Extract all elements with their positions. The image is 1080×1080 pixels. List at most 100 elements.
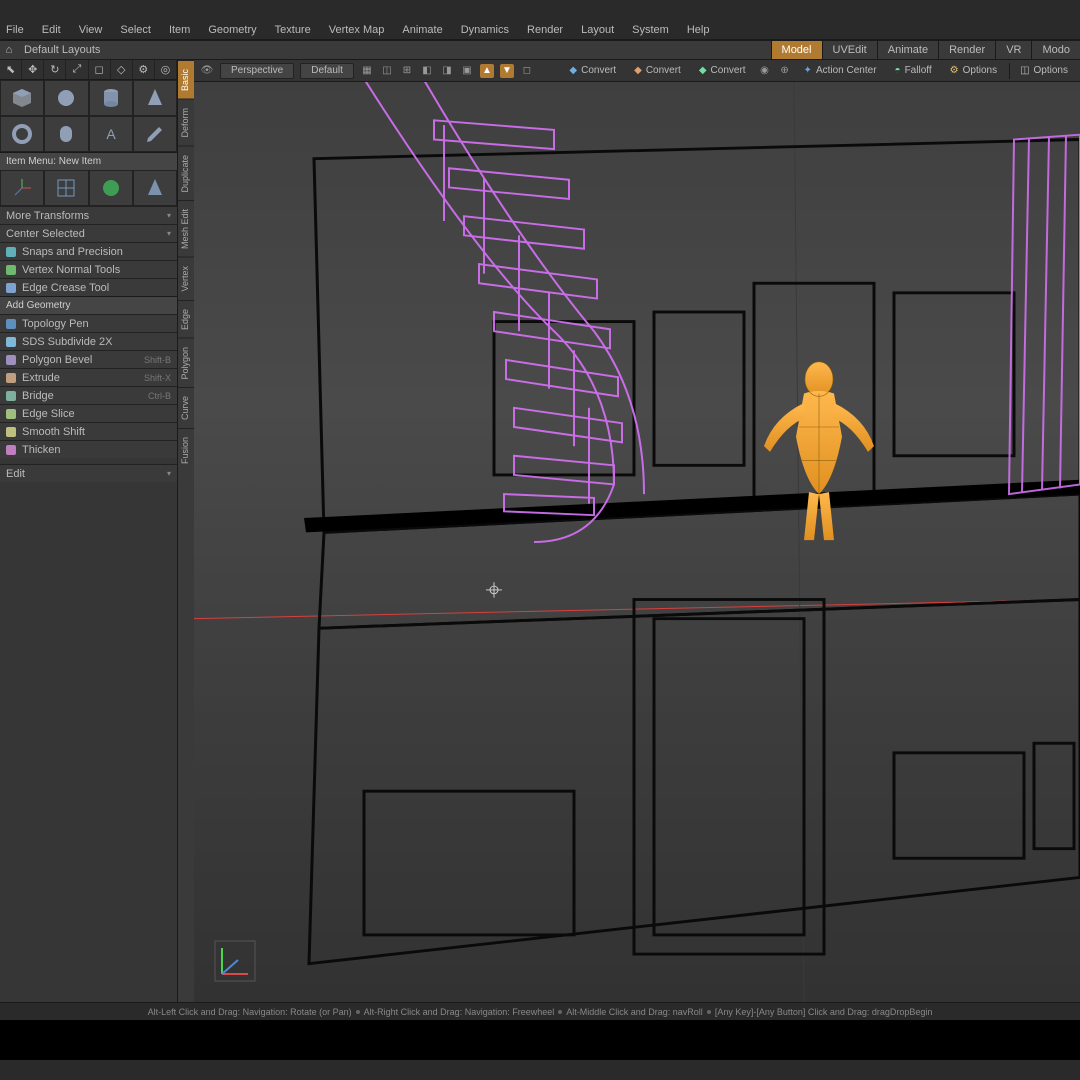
tool-topology-pen[interactable]: Topology Pen	[0, 314, 177, 332]
select-rotate-icon[interactable]: ↻	[44, 60, 66, 79]
vp-icon-3[interactable]: ⊞	[400, 64, 414, 78]
menu-dynamics[interactable]: Dynamics	[461, 24, 509, 36]
menu-help[interactable]: Help	[687, 24, 710, 36]
workspace-tabs: Model UVEdit Animate Render VR Modo	[771, 41, 1080, 59]
viewport-eye-icon[interactable]: 👁	[200, 64, 214, 78]
transform-axes-icon[interactable]	[0, 170, 44, 206]
tab-model[interactable]: Model	[771, 41, 822, 59]
tab-animate[interactable]: Animate	[877, 41, 938, 59]
vp-icon-b[interactable]: ⊕	[778, 64, 792, 78]
edge-crease-tool[interactable]: Edge Crease Tool	[0, 278, 177, 296]
vtab-fusion[interactable]: Fusion	[178, 428, 194, 472]
convert-button-2[interactable]: ◆Convert	[628, 63, 687, 79]
vtab-deform[interactable]: Deform	[178, 99, 194, 146]
tool-edge-slice[interactable]: Edge Slice	[0, 404, 177, 422]
vertex-normal-tools[interactable]: Vertex Normal Tools	[0, 260, 177, 278]
primitive-capsule[interactable]	[44, 116, 88, 152]
tab-vr[interactable]: VR	[995, 41, 1031, 59]
edit-dropdown[interactable]: Edit▾	[0, 464, 177, 482]
vtab-edge[interactable]: Edge	[178, 300, 194, 338]
options-button-1[interactable]: ⚙Options	[944, 63, 1003, 79]
menu-system[interactable]: System	[632, 24, 669, 36]
vtab-duplicate[interactable]: Duplicate	[178, 146, 194, 201]
menu-vertexmap[interactable]: Vertex Map	[329, 24, 385, 36]
bottom-blackbar	[0, 1020, 1080, 1060]
menu-item[interactable]: Item	[169, 24, 190, 36]
transform-cone-icon[interactable]	[133, 170, 177, 206]
vp-icon-6[interactable]: ▣	[460, 64, 474, 78]
vp-icon-9[interactable]: ◻	[520, 64, 534, 78]
center-selected-dropdown[interactable]: Center Selected▾	[0, 224, 177, 242]
shading-dropdown[interactable]: Default	[300, 63, 354, 79]
select-icon-2[interactable]: ◇	[111, 60, 133, 79]
menu-render[interactable]: Render	[527, 24, 563, 36]
menu-layout[interactable]: Layout	[581, 24, 614, 36]
menu-animate[interactable]: Animate	[402, 24, 442, 36]
3d-viewport[interactable]	[194, 82, 1080, 1002]
tool-thicken[interactable]: Thicken	[0, 440, 177, 458]
vp-icon-7[interactable]: ▲	[480, 64, 494, 78]
select-icon[interactable]: ◻	[89, 60, 111, 79]
select-scale-icon[interactable]: ⤢	[66, 60, 88, 79]
primitive-cone[interactable]	[133, 80, 177, 116]
tool-polygon-bevel[interactable]: Polygon BevelShift-B	[0, 350, 177, 368]
falloff-button[interactable]: ◓Falloff	[889, 63, 938, 79]
tab-render[interactable]: Render	[938, 41, 995, 59]
primitive-cylinder[interactable]	[89, 80, 133, 116]
main-area: ⬉ ✥ ↻ ⤢ ◻ ◇ ⚙ ◎ A	[0, 60, 1080, 1002]
tool-bridge[interactable]: BridgeCtrl-B	[0, 386, 177, 404]
action-center-button[interactable]: ✦Action Center	[798, 63, 883, 79]
primitive-sphere[interactable]	[44, 80, 88, 116]
tab-modo[interactable]: Modo	[1031, 41, 1080, 59]
primitive-row-2: A	[0, 116, 177, 152]
select-move-icon[interactable]: ✥	[22, 60, 44, 79]
vp-icon-4[interactable]: ◧	[420, 64, 434, 78]
menu-select[interactable]: Select	[120, 24, 151, 36]
axis-gizmo[interactable]	[214, 940, 256, 982]
snaps-precision[interactable]: Snaps and Precision	[0, 242, 177, 260]
status-separator-icon	[356, 1010, 360, 1014]
convert-button-1[interactable]: ◆Convert	[563, 63, 622, 79]
vp-icon-8[interactable]: ▼	[500, 64, 514, 78]
menu-texture[interactable]: Texture	[275, 24, 311, 36]
more-transforms-dropdown[interactable]: More Transforms▾	[0, 206, 177, 224]
vtab-polygon[interactable]: Polygon	[178, 338, 194, 388]
primitive-text[interactable]: A	[89, 116, 133, 152]
menu-geometry[interactable]: Geometry	[208, 24, 256, 36]
item-menu-header[interactable]: Item Menu: New Item	[0, 152, 177, 170]
vp-icon-5[interactable]: ◨	[440, 64, 454, 78]
convert-button-3[interactable]: ◆Convert	[693, 63, 752, 79]
primitive-torus[interactable]	[0, 116, 44, 152]
select-icon-3[interactable]: ⚙	[133, 60, 155, 79]
view-dropdown[interactable]: Perspective	[220, 63, 294, 79]
transform-sphere-icon[interactable]	[89, 170, 133, 206]
status-hint-2: Alt-Right Click and Drag: Navigation: Fr…	[364, 1007, 555, 1017]
viewport-toolbar: 👁 Perspective Default ▦ ◫ ⊞ ◧ ◨ ▣ ▲ ▼ ◻ …	[194, 60, 1080, 82]
home-icon[interactable]: ⌂	[0, 44, 18, 56]
transform-grid-icon[interactable]	[44, 170, 88, 206]
vtab-meshedit[interactable]: Mesh Edit	[178, 200, 194, 257]
primitive-cube[interactable]	[0, 80, 44, 116]
menu-edit[interactable]: Edit	[42, 24, 61, 36]
vtab-basic[interactable]: Basic	[178, 60, 194, 99]
select-icon-4[interactable]: ◎	[155, 60, 177, 79]
options-button-2[interactable]: ◫Options	[1009, 63, 1074, 79]
status-hint-4: [Any Key]-[Any Button] Click and Drag: d…	[715, 1007, 933, 1017]
vp-icon-2[interactable]: ◫	[380, 64, 394, 78]
status-separator-icon	[558, 1010, 562, 1014]
vtab-curve[interactable]: Curve	[178, 387, 194, 428]
vp-icon-1[interactable]: ▦	[360, 64, 374, 78]
select-arrow-icon[interactable]: ⬉	[0, 60, 22, 79]
menu-view[interactable]: View	[79, 24, 103, 36]
vtab-vertex[interactable]: Vertex	[178, 257, 194, 300]
tab-uvedit[interactable]: UVEdit	[822, 41, 877, 59]
menu-file[interactable]: File	[6, 24, 24, 36]
vp-icon-a[interactable]: ◉	[758, 64, 772, 78]
tool-extrude[interactable]: ExtrudeShift-X	[0, 368, 177, 386]
vertical-tab-strip: Basic Deform Duplicate Mesh Edit Vertex …	[178, 60, 194, 1002]
left-toolbox: ⬉ ✥ ↻ ⤢ ◻ ◇ ⚙ ◎ A	[0, 60, 178, 1002]
tool-smooth-shift[interactable]: Smooth Shift	[0, 422, 177, 440]
add-geometry-header: Add Geometry	[0, 296, 177, 314]
tool-sds-subdivide[interactable]: SDS Subdivide 2X	[0, 332, 177, 350]
primitive-pen[interactable]	[133, 116, 177, 152]
